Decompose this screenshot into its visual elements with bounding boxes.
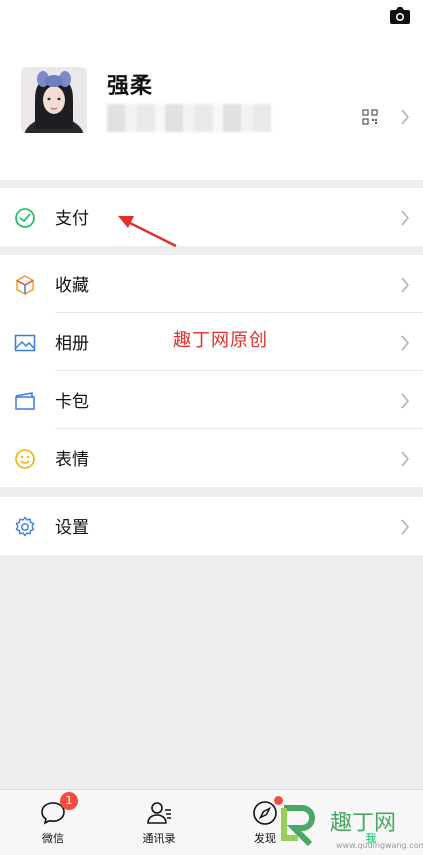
- logo-url: www.qudingwang.com: [336, 841, 423, 850]
- menu-item-settings[interactable]: 设置: [0, 497, 423, 555]
- menu-item-label: 卡包: [55, 392, 89, 412]
- unread-badge: 1: [60, 792, 78, 810]
- pay-group: 支付: [0, 188, 423, 246]
- smiley-icon: [15, 449, 35, 469]
- menu-item-pay[interactable]: 支付: [0, 188, 423, 246]
- qr-code-icon[interactable]: [362, 109, 378, 125]
- card-wallet-icon: [15, 392, 35, 410]
- camera-icon[interactable]: [389, 6, 411, 24]
- menu-item-label: 相册: [55, 334, 89, 354]
- tab-label: 通讯录: [142, 832, 176, 845]
- menu-item-cards[interactable]: 卡包: [0, 371, 423, 429]
- chevron-right-icon: [401, 519, 410, 535]
- main-menu-group: 收藏 相册 卡包 表情: [0, 255, 423, 487]
- settings-group: 设置: [0, 497, 423, 555]
- menu-item-stickers[interactable]: 表情: [0, 429, 423, 487]
- tab-chats[interactable]: 1 微信: [0, 790, 106, 855]
- photo-icon: [14, 334, 36, 352]
- chevron-right-icon: [401, 335, 410, 351]
- compass-icon: [253, 801, 277, 825]
- site-logo-watermark: 趣丁网 www.qudingwang.com: [281, 805, 423, 850]
- annotation-arrow: [118, 216, 177, 248]
- menu-item-label: 支付: [55, 209, 89, 229]
- tab-label: 微信: [42, 832, 64, 845]
- watermark-text: 趣丁网原创: [173, 330, 268, 351]
- gear-icon: [15, 516, 35, 537]
- menu-item-label: 表情: [55, 450, 89, 470]
- logo-text: 趣丁网: [330, 811, 396, 836]
- chevron-right-icon: [401, 210, 410, 226]
- tab-contacts[interactable]: 通讯录: [106, 790, 212, 855]
- nickname: 强柔: [107, 74, 154, 99]
- cube-icon: [16, 275, 34, 295]
- profile-header[interactable]: 强柔: [0, 0, 423, 180]
- wallet-check-icon: [15, 208, 35, 228]
- menu-item-label: 设置: [55, 518, 89, 538]
- avatar[interactable]: [21, 67, 87, 133]
- chevron-right-icon: [401, 393, 410, 409]
- chevron-right-icon: [401, 277, 410, 293]
- chevron-right-icon: [401, 109, 410, 125]
- menu-item-favorites[interactable]: 收藏: [0, 255, 423, 313]
- contacts-icon: [147, 802, 171, 824]
- menu-item-label: 收藏: [55, 276, 89, 296]
- wechat-id-blurred: [107, 104, 272, 132]
- chevron-right-icon: [401, 451, 410, 467]
